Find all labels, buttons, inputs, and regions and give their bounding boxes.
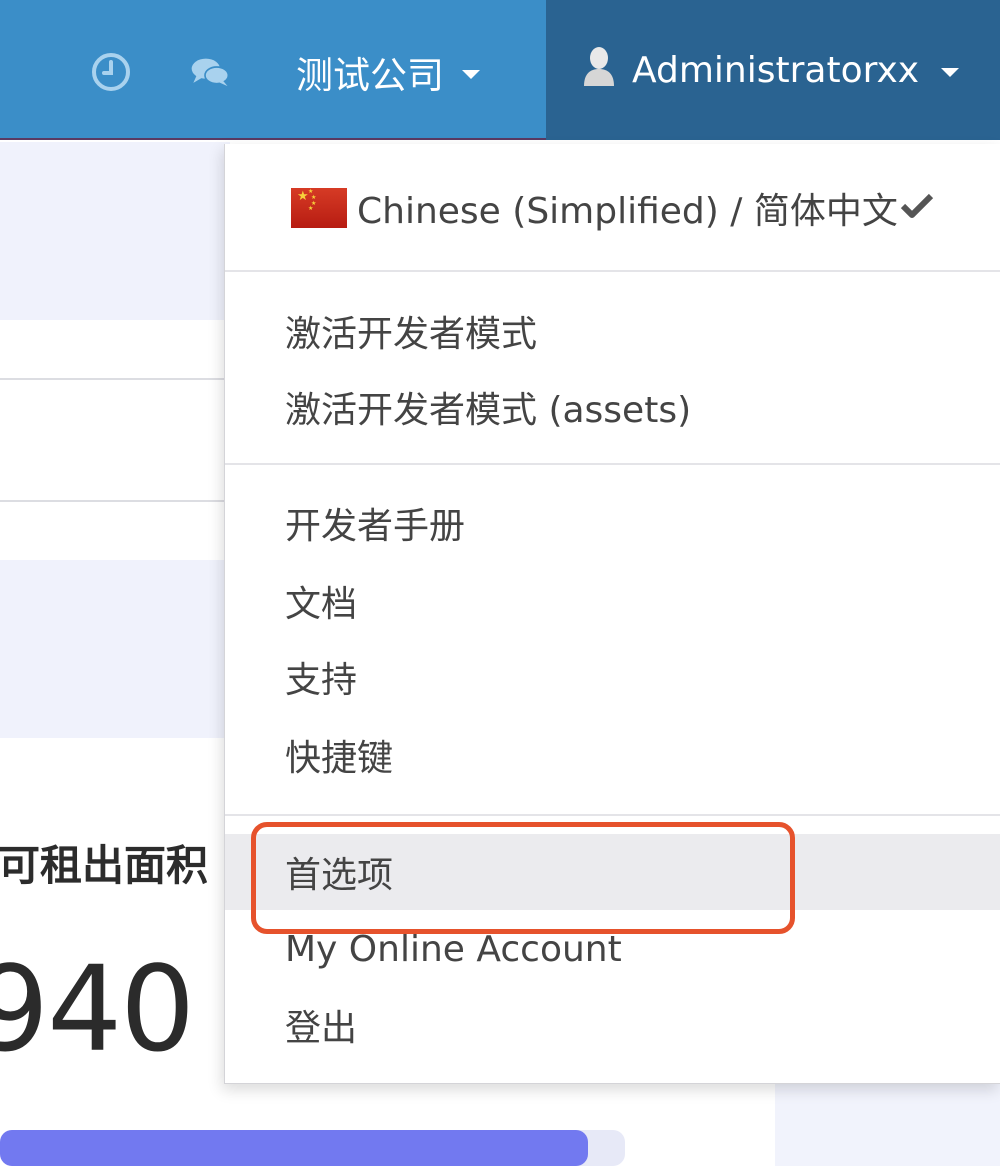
bg-card-band (0, 560, 230, 738)
preferences-item[interactable]: 首选项 (225, 834, 1000, 910)
my-online-account-item[interactable]: My Online Account (225, 912, 1000, 986)
activate-developer-mode-item[interactable]: 激活开发者模式 (225, 294, 1000, 368)
language-label: Chinese (Simplified) / 简体中文 (357, 191, 898, 232)
menu-divider (225, 814, 1000, 816)
chat-icon[interactable] (190, 52, 230, 92)
documentation-item[interactable]: 文档 (225, 564, 1000, 638)
logout-item[interactable]: 登出 (225, 988, 1000, 1062)
bg-header-band (0, 142, 230, 320)
bg-progress-bar (0, 1130, 625, 1166)
bg-card-title: 可租出面积 (0, 841, 209, 890)
clock-icon[interactable] (91, 52, 131, 92)
user-dropdown-menu: ★ ★ ★ ★ ★ Chinese (Simplified) / 简体中文 激活… (224, 144, 1000, 1084)
bg-divider (0, 500, 230, 502)
language-selector-item[interactable]: ★ ★ ★ ★ ★ Chinese (Simplified) / 简体中文 (225, 170, 1000, 246)
shortcuts-item[interactable]: 快捷键 (225, 718, 1000, 792)
user-avatar-icon (582, 46, 616, 95)
company-switcher[interactable]: 测试公司 (296, 40, 480, 104)
menu-divider (225, 270, 1000, 272)
bg-progress-fill (0, 1130, 588, 1166)
bg-card-value: 940 (0, 940, 195, 1078)
checkmark-icon (900, 188, 934, 229)
developer-manual-item[interactable]: 开发者手册 (225, 486, 1000, 560)
user-menu-toggle[interactable]: Administratorxx (546, 0, 1000, 140)
top-navbar: 测试公司 Administratorxx (0, 0, 1000, 140)
chevron-down-icon (462, 69, 480, 79)
menu-divider (225, 463, 1000, 465)
activate-developer-mode-assets-item[interactable]: 激活开发者模式 (assets) (225, 370, 1000, 444)
company-name: 测试公司 (296, 54, 444, 97)
support-item[interactable]: 支持 (225, 640, 1000, 714)
bg-divider (0, 378, 230, 380)
china-flag-icon: ★ ★ ★ ★ ★ (291, 188, 347, 228)
user-name: Administratorxx (632, 49, 920, 91)
chevron-down-icon (941, 67, 960, 77)
